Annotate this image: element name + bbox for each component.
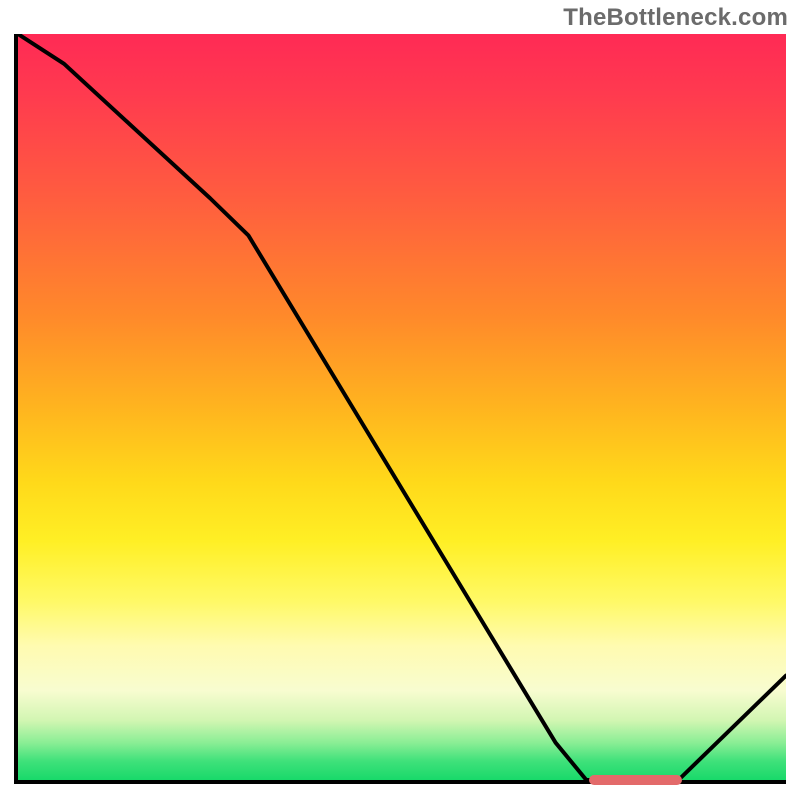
curve-path [18, 34, 786, 780]
plot-area [14, 34, 786, 784]
bottleneck-marker [589, 775, 682, 785]
chart-stage: TheBottleneck.com [0, 0, 800, 800]
watermark-text: TheBottleneck.com [563, 4, 788, 32]
line-series [18, 34, 786, 780]
